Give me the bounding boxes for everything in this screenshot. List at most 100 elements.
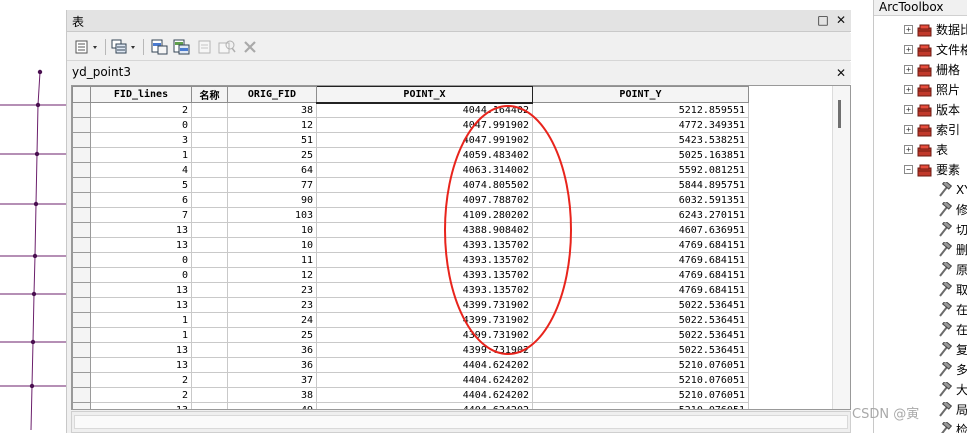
table-row[interactable]: 2 38 4404.624202 5210.076051 <box>72 387 749 403</box>
tree-expander-icon[interactable]: + <box>904 85 913 94</box>
row-selector[interactable] <box>72 237 91 253</box>
cell-name[interactable] <box>191 207 228 223</box>
cell-fid-lines[interactable]: 13 <box>90 282 192 298</box>
cell-point-x[interactable]: 4404.624202 <box>316 372 533 388</box>
cell-point-y[interactable]: 4769.684151 <box>532 252 749 268</box>
cell-fid-lines[interactable]: 7 <box>90 207 192 223</box>
cell-point-x[interactable]: 4399.731902 <box>316 342 533 358</box>
cell-name[interactable] <box>191 387 228 403</box>
row-selector[interactable] <box>72 192 91 208</box>
cell-orig-fid[interactable]: 49 <box>227 402 317 409</box>
cell-point-x[interactable]: 4393.135702 <box>316 282 533 298</box>
cell-orig-fid[interactable]: 37 <box>227 372 317 388</box>
cell-orig-fid[interactable]: 36 <box>227 342 317 358</box>
cell-fid-lines[interactable]: 3 <box>90 132 192 148</box>
cell-point-y[interactable]: 5210.076051 <box>532 357 749 373</box>
cell-name[interactable] <box>191 117 228 133</box>
row-selector[interactable] <box>72 372 91 388</box>
cell-fid-lines[interactable]: 1 <box>90 312 192 328</box>
table-row[interactable]: 5 77 4074.805502 5844.895751 <box>72 177 749 193</box>
table-row[interactable]: 4 64 4063.314002 5592.081251 <box>72 162 749 178</box>
cell-orig-fid[interactable]: 38 <box>227 387 317 403</box>
cell-orig-fid[interactable]: 90 <box>227 192 317 208</box>
row-selector[interactable] <box>72 327 91 343</box>
tree-expander-icon[interactable]: + <box>904 145 913 154</box>
cell-point-x[interactable]: 4063.314002 <box>316 162 533 178</box>
cell-fid-lines[interactable]: 0 <box>90 267 192 283</box>
table-row[interactable]: 0 12 4393.135702 4769.684151 <box>72 267 749 283</box>
table-row[interactable]: 3 51 4047.991902 5423.538251 <box>72 132 749 148</box>
row-selector[interactable] <box>72 342 91 358</box>
cell-fid-lines[interactable]: 13 <box>90 402 192 409</box>
table-row[interactable]: 2 37 4404.624202 5210.076051 <box>72 372 749 388</box>
cell-orig-fid[interactable]: 12 <box>227 117 317 133</box>
cell-fid-lines[interactable]: 1 <box>90 147 192 163</box>
row-selector[interactable] <box>72 267 91 283</box>
table-row[interactable]: 13 23 4393.135702 4769.684151 <box>72 282 749 298</box>
cell-orig-fid[interactable]: 12 <box>227 267 317 283</box>
tree-expander-icon[interactable]: + <box>904 125 913 134</box>
cell-point-y[interactable]: 4607.636951 <box>532 222 749 238</box>
cell-name[interactable] <box>191 357 228 373</box>
column-header-orig-fid[interactable]: ORIG_FID <box>227 86 317 103</box>
row-selector[interactable] <box>72 387 91 403</box>
zoom-to-selected-icon[interactable] <box>218 39 236 55</box>
table-row[interactable]: 2 38 4044.164402 5212.859551 <box>72 102 749 118</box>
row-selector[interactable] <box>72 402 91 409</box>
row-selector-header[interactable] <box>72 86 91 103</box>
cell-point-x[interactable]: 4109.280202 <box>316 207 533 223</box>
table-row[interactable]: 1 25 4059.483402 5025.163851 <box>72 147 749 163</box>
cell-point-y[interactable]: 4769.684151 <box>532 282 749 298</box>
close-table-tab-icon[interactable]: ✕ <box>833 65 849 81</box>
select-by-attributes-icon[interactable] <box>151 39 169 55</box>
cell-fid-lines[interactable]: 13 <box>90 222 192 238</box>
cell-name[interactable] <box>191 252 228 268</box>
cell-name[interactable] <box>191 282 228 298</box>
table-row[interactable]: 13 10 4388.908402 4607.636951 <box>72 222 749 238</box>
column-header-fid-lines[interactable]: FID_lines <box>90 86 192 103</box>
clear-selection-icon[interactable] <box>197 39 213 55</box>
row-selector[interactable] <box>72 282 91 298</box>
cell-point-y[interactable]: 6243.270151 <box>532 207 749 223</box>
row-selector[interactable] <box>72 207 91 223</box>
cell-orig-fid[interactable]: 77 <box>227 177 317 193</box>
cell-point-x[interactable]: 4074.805502 <box>316 177 533 193</box>
cell-point-x[interactable]: 4404.624202 <box>316 357 533 373</box>
cell-point-x[interactable]: 4047.991902 <box>316 132 533 148</box>
table-row[interactable]: 13 36 4404.624202 5210.076051 <box>72 357 749 373</box>
cell-orig-fid[interactable]: 25 <box>227 327 317 343</box>
cell-point-y[interactable]: 5210.076051 <box>532 387 749 403</box>
table-row[interactable]: 7 103 4109.280202 6243.270151 <box>72 207 749 223</box>
row-selector[interactable] <box>72 117 91 133</box>
cell-name[interactable] <box>191 327 228 343</box>
cell-name[interactable] <box>191 132 228 148</box>
cell-point-x[interactable]: 4388.908402 <box>316 222 533 238</box>
cell-point-y[interactable]: 5022.536451 <box>532 297 749 313</box>
cell-point-x[interactable]: 4393.135702 <box>316 252 533 268</box>
cell-fid-lines[interactable]: 6 <box>90 192 192 208</box>
row-selector[interactable] <box>72 132 91 148</box>
cell-orig-fid[interactable]: 64 <box>227 162 317 178</box>
delete-selected-icon[interactable] <box>242 39 258 55</box>
cell-name[interactable] <box>191 297 228 313</box>
attribute-table-grid[interactable]: FID_lines 名称 ORIG_FID POINT_X POINT_Y 23… <box>71 85 851 410</box>
cell-point-y[interactable]: 4769.684151 <box>532 237 749 253</box>
tree-expander-icon[interactable]: + <box>904 45 913 54</box>
close-icon[interactable]: ✕ <box>833 12 849 28</box>
restore-icon[interactable]: □ <box>815 12 831 28</box>
cell-point-x[interactable]: 4044.164402 <box>316 102 533 118</box>
table-row[interactable]: 13 10 4393.135702 4769.684151 <box>72 237 749 253</box>
cell-point-y[interactable]: 5025.163851 <box>532 147 749 163</box>
cell-point-y[interactable]: 5592.081251 <box>532 162 749 178</box>
cell-name[interactable] <box>191 222 228 238</box>
table-row[interactable]: 13 23 4399.731902 5022.536451 <box>72 297 749 313</box>
cell-point-y[interactable]: 5423.538251 <box>532 132 749 148</box>
row-selector[interactable] <box>72 162 91 178</box>
cell-point-x[interactable]: 4097.788702 <box>316 192 533 208</box>
tree-expander-icon[interactable]: + <box>904 65 913 74</box>
cell-point-y[interactable]: 4769.684151 <box>532 267 749 283</box>
cell-point-y[interactable]: 5022.536451 <box>532 342 749 358</box>
table-row[interactable]: 6 90 4097.788702 6032.591351 <box>72 192 749 208</box>
vertical-scrollbar[interactable] <box>832 86 850 409</box>
cell-point-y[interactable]: 5022.536451 <box>532 312 749 328</box>
